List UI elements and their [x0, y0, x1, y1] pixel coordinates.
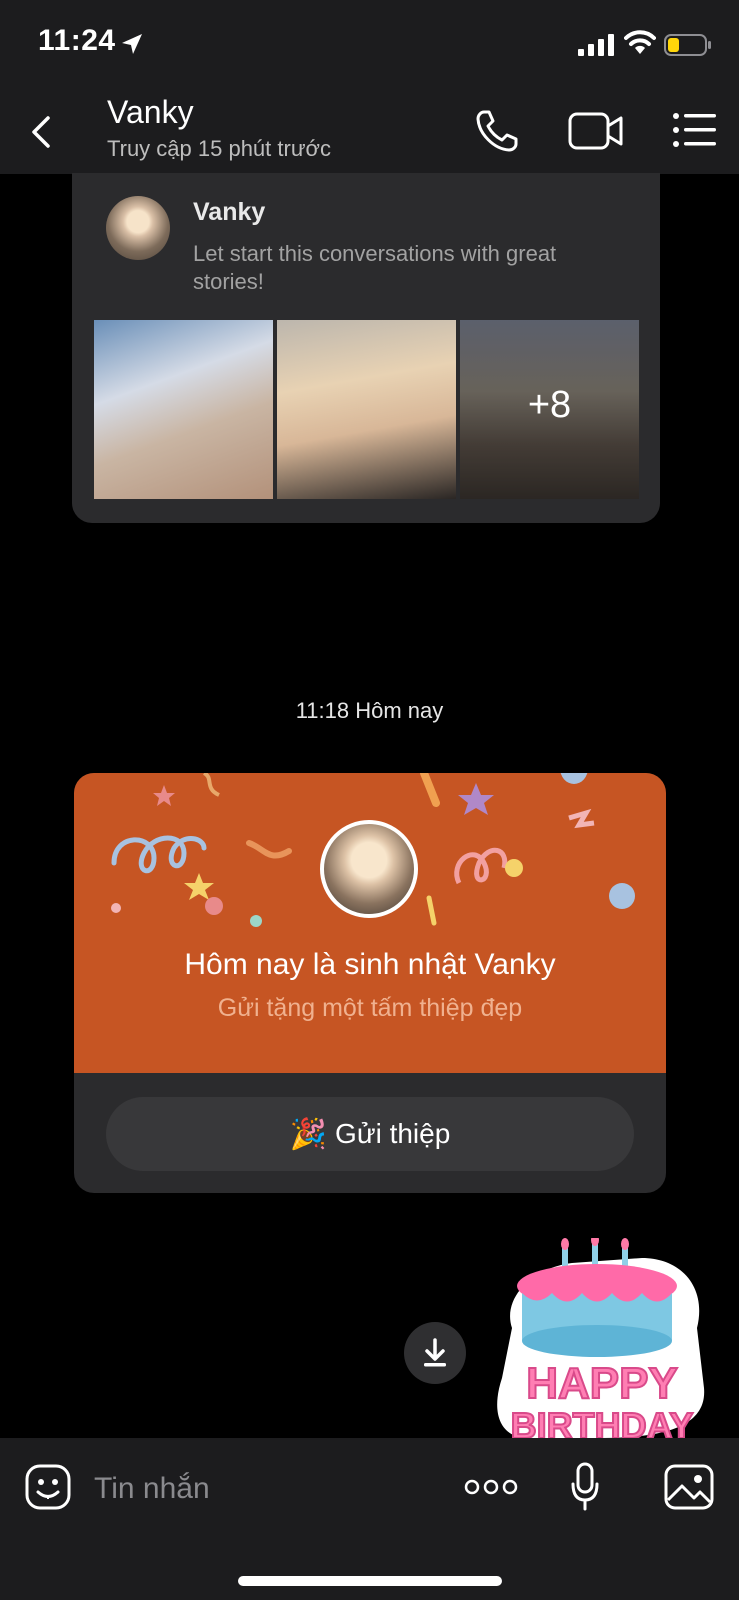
sticker-text-happy: HAPPY: [526, 1359, 678, 1408]
status-time: 11:24: [38, 24, 116, 57]
message-input[interactable]: [92, 1466, 436, 1512]
sticker-emoji-icon[interactable]: [24, 1463, 72, 1511]
birthday-avatar: [320, 820, 418, 918]
story-thumbnail-1[interactable]: [94, 320, 273, 499]
story-more-count[interactable]: +8: [460, 384, 639, 427]
story-avatar[interactable]: [106, 196, 170, 260]
confetti-decoration: [111, 773, 635, 927]
download-arrow-icon: [424, 1338, 446, 1367]
story-thumbnail-2[interactable]: [277, 320, 456, 499]
location-arrow-icon: [122, 34, 142, 54]
video-call-icon[interactable]: [568, 110, 624, 152]
message-timestamp: 11:18 Hôm nay: [295, 698, 444, 723]
story-owner-name: Vanky: [193, 198, 266, 226]
send-card-label: Gửi thiệp: [335, 1118, 451, 1149]
more-options-icon[interactable]: [464, 1476, 518, 1498]
menu-list-icon[interactable]: [672, 110, 716, 150]
scroll-to-bottom-button[interactable]: [404, 1322, 466, 1384]
sticker-text-birthday: BIRTHDAY: [511, 1405, 694, 1438]
contact-name[interactable]: Vanky: [107, 94, 194, 131]
story-prompt-text: Let start this conversations with great …: [193, 241, 557, 294]
birthday-title: Hôm nay là sinh nhật Vanky: [184, 948, 556, 981]
wifi-icon: [624, 30, 656, 54]
contact-last-seen: Truy cập 15 phút trước: [107, 136, 331, 161]
phone-icon[interactable]: [474, 108, 520, 154]
back-icon[interactable]: [26, 112, 56, 152]
party-popper-icon: 🎉: [289, 1117, 328, 1151]
gallery-icon[interactable]: [664, 1464, 714, 1510]
send-card-button[interactable]: 🎉 Gửi thiệp: [106, 1097, 634, 1171]
birthday-subtitle: Gửi tặng một tấm thiệp đẹp: [217, 994, 523, 1022]
microphone-icon[interactable]: [570, 1462, 600, 1512]
home-indicator: [238, 1576, 502, 1586]
happy-birthday-sticker[interactable]: HAPPY BIRTHDAY: [492, 1238, 712, 1438]
battery-icon: [664, 34, 711, 56]
signal-icon: [578, 34, 614, 56]
